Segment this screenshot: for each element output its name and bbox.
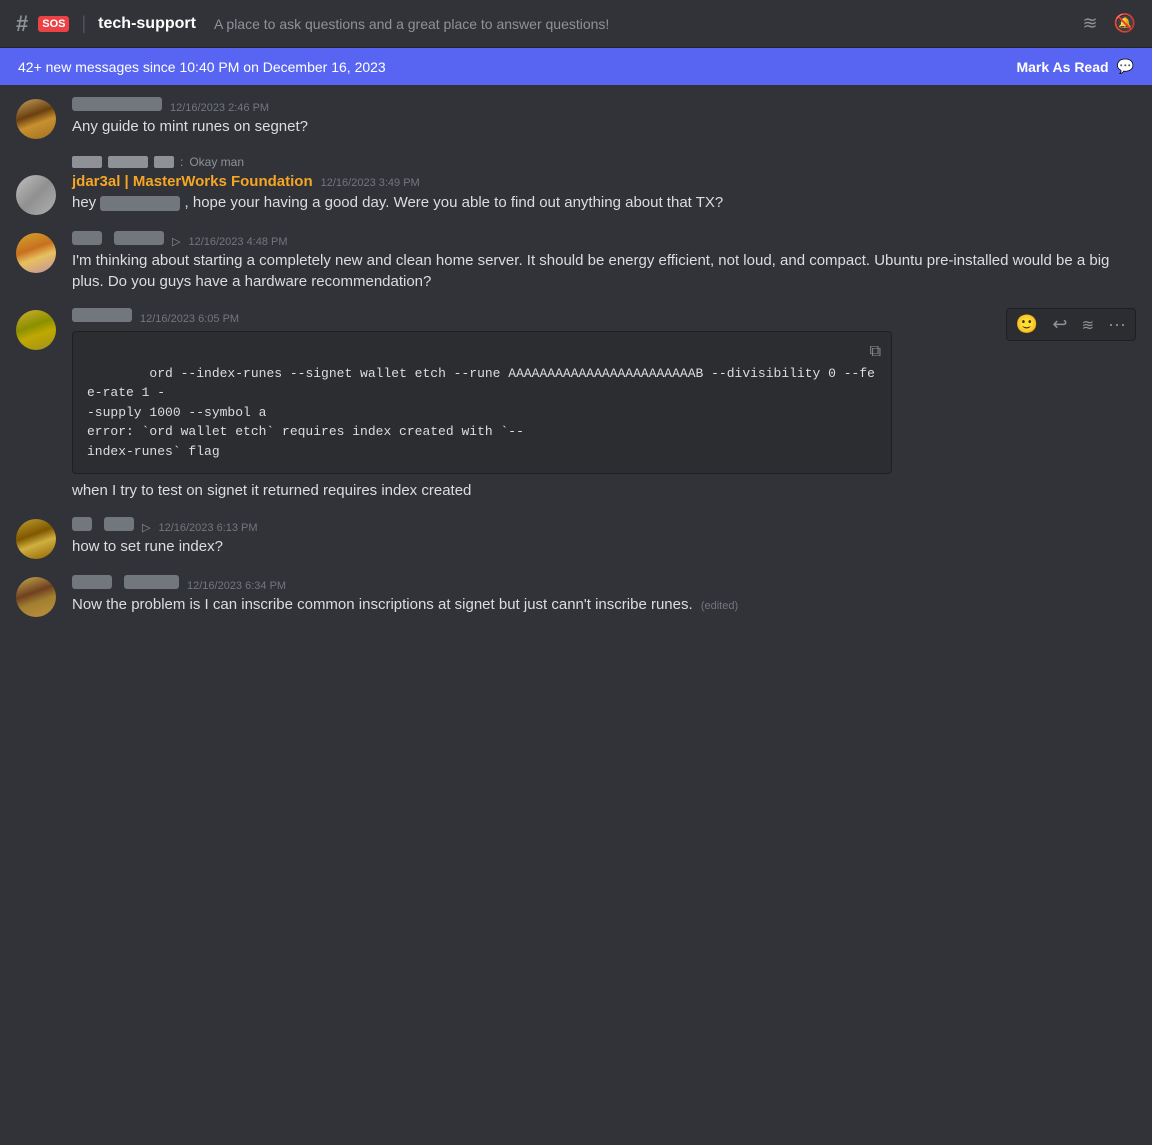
threads-icon[interactable]: ≋	[1082, 13, 1097, 34]
timestamp: 12/16/2023 6:34 PM	[187, 580, 286, 592]
message-group: ▷ 12/16/2023 4:48 PM I'm thinking about …	[0, 227, 1152, 296]
message-content: ▷ 12/16/2023 4:48 PM I'm thinking about …	[72, 231, 1136, 292]
more-options-button[interactable]: ···	[1103, 311, 1131, 338]
hash-icon: #	[16, 11, 28, 37]
reply-button[interactable]: ↩	[1047, 311, 1072, 338]
message-text: how to set rune index?	[72, 536, 1136, 557]
header-icons: ≋ 🔕	[1082, 13, 1136, 34]
message-meta: ▷ 12/16/2023 6:13 PM	[72, 517, 1136, 534]
timestamp: 12/16/2023 2:46 PM	[170, 102, 269, 114]
message-text: hey , hope your having a good day. Were …	[72, 192, 1136, 213]
channel-header: # SOS | tech-support A place to ask ques…	[0, 0, 1152, 48]
username-blurred2	[114, 231, 164, 245]
header-divider: |	[81, 13, 86, 34]
chat-bubble-icon: 💬	[1117, 58, 1134, 75]
message-meta: ▷ 12/16/2023 4:48 PM	[72, 231, 1136, 248]
code-block: ⧉ord --index-runes --signet wallet etch …	[72, 331, 892, 474]
channel-description: A place to ask questions and a great pla…	[214, 16, 1073, 32]
username-blurred	[72, 231, 102, 245]
message-text: I'm thinking about starting a completely…	[72, 250, 1136, 292]
reply-tag2: ▷	[142, 521, 150, 534]
emoji-reaction-button[interactable]: 🙂	[1011, 311, 1043, 338]
new-messages-banner: 42+ new messages since 10:40 PM on Decem…	[0, 48, 1152, 85]
message-actions: 🙂 ↩ ≋ ···	[1006, 308, 1136, 341]
avatar	[16, 233, 56, 273]
reply-tag: ▷	[172, 235, 180, 248]
reply-preview: : Okay man	[72, 155, 1136, 169]
message-meta: 12/16/2023 2:46 PM	[72, 97, 1136, 114]
message-content: ▷ 12/16/2023 6:13 PM how to set rune ind…	[72, 517, 1136, 559]
username-blurred2	[104, 517, 134, 531]
message-group: 12/16/2023 6:05 PM 🙂 ↩ ≋ ··· ⧉ord --inde…	[0, 304, 1152, 505]
username: jdar3al | MasterWorks Foundation	[72, 173, 313, 190]
username-blurred2	[124, 575, 179, 589]
message-content: 12/16/2023 6:05 PM 🙂 ↩ ≋ ··· ⧉ord --inde…	[72, 308, 1136, 501]
reply-text: Okay man	[189, 155, 244, 169]
timestamp: 12/16/2023 3:49 PM	[321, 177, 420, 189]
message-text: Now the problem is I can inscribe common…	[72, 594, 1136, 615]
message-meta: 12/16/2023 6:34 PM	[72, 575, 1136, 592]
avatar	[16, 175, 56, 215]
message-text: Any guide to mint runes on segnet?	[72, 116, 1136, 137]
username-blurred	[72, 97, 162, 111]
reply-avatar-blurred	[72, 156, 102, 168]
edited-label: (edited)	[701, 600, 738, 612]
reply-separator: :	[180, 155, 183, 169]
message-meta: 12/16/2023 6:05 PM	[72, 308, 1136, 325]
mute-icon[interactable]: 🔕	[1114, 13, 1136, 34]
avatar	[16, 519, 56, 559]
mark-as-read-button[interactable]: Mark As Read 💬	[1016, 58, 1134, 75]
avatar	[16, 99, 56, 139]
timestamp: 12/16/2023 6:05 PM	[140, 313, 239, 325]
message-group: : Okay man jdar3al | MasterWorks Foundat…	[0, 151, 1152, 219]
messages-container: 12/16/2023 2:46 PM Any guide to mint run…	[0, 85, 1152, 629]
mentioned-user-blurred	[100, 196, 180, 211]
username-blurred	[72, 575, 112, 589]
reply-username-blurred	[108, 156, 148, 168]
avatar	[16, 310, 56, 350]
message-content: 12/16/2023 2:46 PM Any guide to mint run…	[72, 97, 1136, 139]
new-messages-text: 42+ new messages since 10:40 PM on Decem…	[18, 59, 386, 75]
timestamp: 12/16/2023 6:13 PM	[158, 522, 257, 534]
sos-badge: SOS	[38, 16, 69, 32]
timestamp: 12/16/2023 4:48 PM	[188, 236, 287, 248]
pin-button[interactable]: ≋	[1076, 311, 1099, 338]
avatar	[16, 577, 56, 617]
message-group: 12/16/2023 6:34 PM Now the problem is I …	[0, 571, 1152, 621]
message-content: : Okay man jdar3al | MasterWorks Foundat…	[72, 155, 1136, 215]
username-blurred	[72, 517, 92, 531]
channel-name: tech-support	[98, 15, 196, 33]
message-group: ▷ 12/16/2023 6:13 PM how to set rune ind…	[0, 513, 1152, 563]
message-text: when I try to test on signet it returned…	[72, 480, 1136, 501]
username-blurred	[72, 308, 132, 322]
reply-username-blurred2	[154, 156, 174, 168]
message-content: 12/16/2023 6:34 PM Now the problem is I …	[72, 575, 1136, 617]
message-group: 12/16/2023 2:46 PM Any guide to mint run…	[0, 93, 1152, 143]
message-meta: jdar3al | MasterWorks Foundation 12/16/2…	[72, 173, 1136, 190]
copy-icon[interactable]: ⧉	[870, 340, 881, 364]
